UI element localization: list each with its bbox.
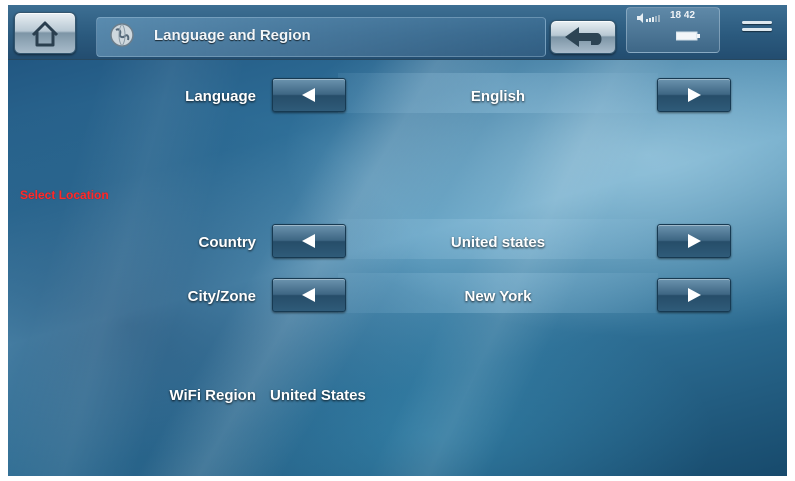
left-arrow-icon (302, 288, 315, 302)
city-zone-label: City/Zone (187, 288, 256, 305)
left-arrow-icon (302, 234, 315, 248)
country-label: Country (198, 234, 257, 251)
language-next-button[interactable] (657, 78, 731, 112)
country-prev-button[interactable] (272, 224, 346, 258)
right-arrow-icon (688, 88, 701, 102)
language-label: Language (185, 88, 256, 105)
wifi-region-value: United States (270, 387, 366, 404)
language-value: English (470, 88, 526, 105)
left-arrow-icon (302, 88, 315, 102)
battery-icon (676, 31, 700, 41)
right-arrow-icon (688, 288, 701, 302)
back-arrow-icon (565, 27, 602, 47)
page-title: Language and Region (154, 27, 311, 44)
menu-icon-bar (742, 28, 772, 31)
country-value: United states (450, 234, 546, 251)
settings-screen: Language and Region 18 42 Language Engli… (8, 5, 787, 476)
city-prev-button[interactable] (272, 278, 346, 312)
volume-icon (637, 13, 660, 23)
menu-icon (742, 21, 772, 24)
globe-icon (110, 23, 134, 47)
right-arrow-icon (688, 234, 701, 248)
wifi-region-label: WiFi Region (169, 387, 256, 404)
back-button[interactable] (550, 20, 616, 54)
home-icon (31, 21, 59, 47)
city-value: New York (464, 288, 532, 305)
country-next-button[interactable] (657, 224, 731, 258)
select-location-heading: Select Location (20, 188, 109, 202)
city-next-button[interactable] (657, 278, 731, 312)
home-button[interactable] (14, 12, 76, 54)
language-prev-button[interactable] (272, 78, 346, 112)
clock: 18 42 (670, 10, 696, 21)
menu-button[interactable] (734, 13, 780, 43)
